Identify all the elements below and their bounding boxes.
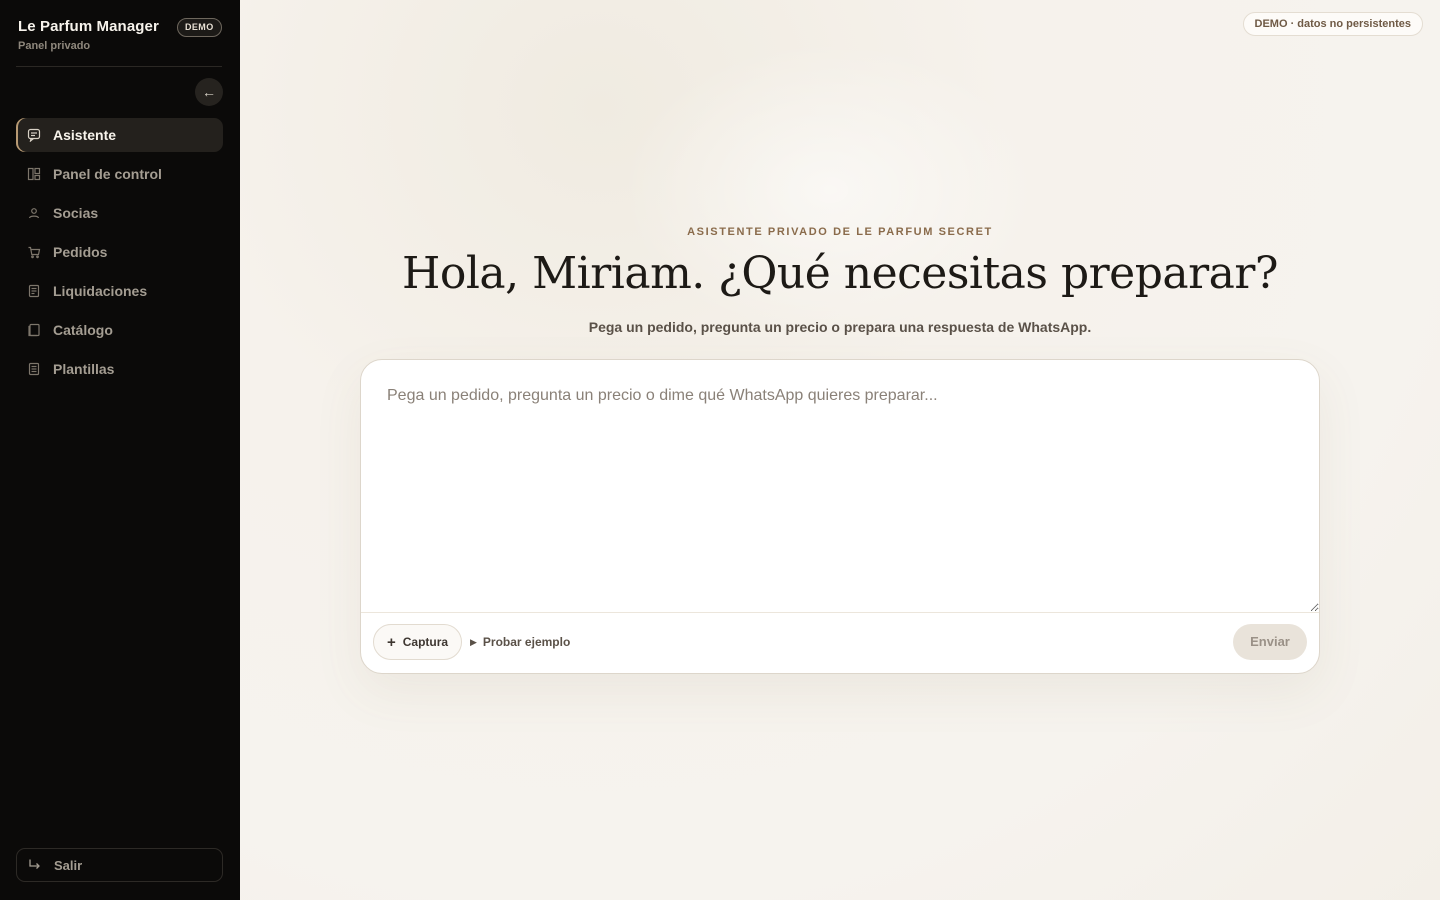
sidebar-item-label: Plantillas bbox=[53, 361, 115, 377]
demo-status-badge: DEMO · datos no persistentes bbox=[1242, 12, 1423, 36]
sidebar-item-asistente[interactable]: Asistente bbox=[16, 118, 223, 152]
plus-icon: + bbox=[387, 633, 396, 651]
book-icon bbox=[27, 323, 41, 337]
main-content: DEMO · datos no persistentes ASISTENTE P… bbox=[240, 0, 1440, 900]
sidebar-item-label: Socias bbox=[53, 205, 99, 221]
sidebar-item-label: Catálogo bbox=[53, 322, 113, 338]
dashboard-icon bbox=[27, 167, 41, 181]
brand-subtitle: Panel privado bbox=[18, 40, 91, 52]
chat-icon bbox=[27, 128, 41, 142]
brand-divider bbox=[16, 66, 222, 67]
sidebar-item-plantillas[interactable]: Plantillas bbox=[16, 352, 223, 386]
sidebar-item-label: Panel de control bbox=[53, 166, 162, 182]
eyebrow-label: ASISTENTE PRIVADO DE LE PARFUM SECRET bbox=[687, 226, 993, 238]
sidebar-item-label: Asistente bbox=[53, 127, 117, 143]
send-button[interactable]: Enviar bbox=[1233, 624, 1307, 660]
brand-title: Le Parfum Manager bbox=[18, 18, 159, 35]
sidebar-item-catalogo[interactable]: Catálogo bbox=[16, 313, 223, 347]
page-subtitle: Pega un pedido, pregunta un precio o pre… bbox=[588, 319, 1092, 335]
document-icon bbox=[27, 362, 41, 376]
sidebar-item-liquidaciones[interactable]: Liquidaciones bbox=[16, 274, 223, 308]
sidebar-item-label: Pedidos bbox=[53, 244, 108, 260]
brand: Le Parfum Manager Panel privado bbox=[18, 18, 159, 52]
capture-button[interactable]: + Captura bbox=[373, 624, 463, 660]
sidebar-nav: Asistente Panel de control Socias Pedido… bbox=[16, 118, 223, 391]
cart-icon bbox=[27, 245, 41, 259]
message-input[interactable] bbox=[361, 360, 1319, 612]
logout-button[interactable]: Salir bbox=[16, 848, 223, 882]
collapse-sidebar-button[interactable]: ← bbox=[195, 78, 223, 106]
arrow-left-icon: ← bbox=[202, 84, 216, 100]
logout-label: Salir bbox=[54, 857, 83, 873]
sidebar: Le Parfum Manager Panel privado DEMO ← A… bbox=[0, 0, 240, 900]
receipt-icon bbox=[27, 284, 41, 298]
demo-pill: DEMO bbox=[177, 18, 222, 37]
user-icon bbox=[27, 206, 41, 220]
logout-icon bbox=[28, 858, 42, 872]
sidebar-item-panel-de-control[interactable]: Panel de control bbox=[16, 157, 223, 191]
play-triangle-icon: ▶ bbox=[470, 636, 477, 647]
sidebar-item-label: Liquidaciones bbox=[53, 283, 148, 299]
composer-divider bbox=[361, 612, 1319, 613]
sidebar-item-pedidos[interactable]: Pedidos bbox=[16, 235, 223, 269]
sidebar-item-socias[interactable]: Socias bbox=[16, 196, 223, 230]
capture-label: Captura bbox=[402, 635, 449, 649]
try-example-label: Probar ejemplo bbox=[482, 635, 571, 649]
composer: + Captura ▶ Probar ejemplo Enviar bbox=[360, 359, 1320, 674]
page-title: Hola, Miriam. ¿Qué necesitas preparar? bbox=[401, 248, 1279, 299]
try-example-button[interactable]: ▶ Probar ejemplo bbox=[470, 624, 570, 660]
